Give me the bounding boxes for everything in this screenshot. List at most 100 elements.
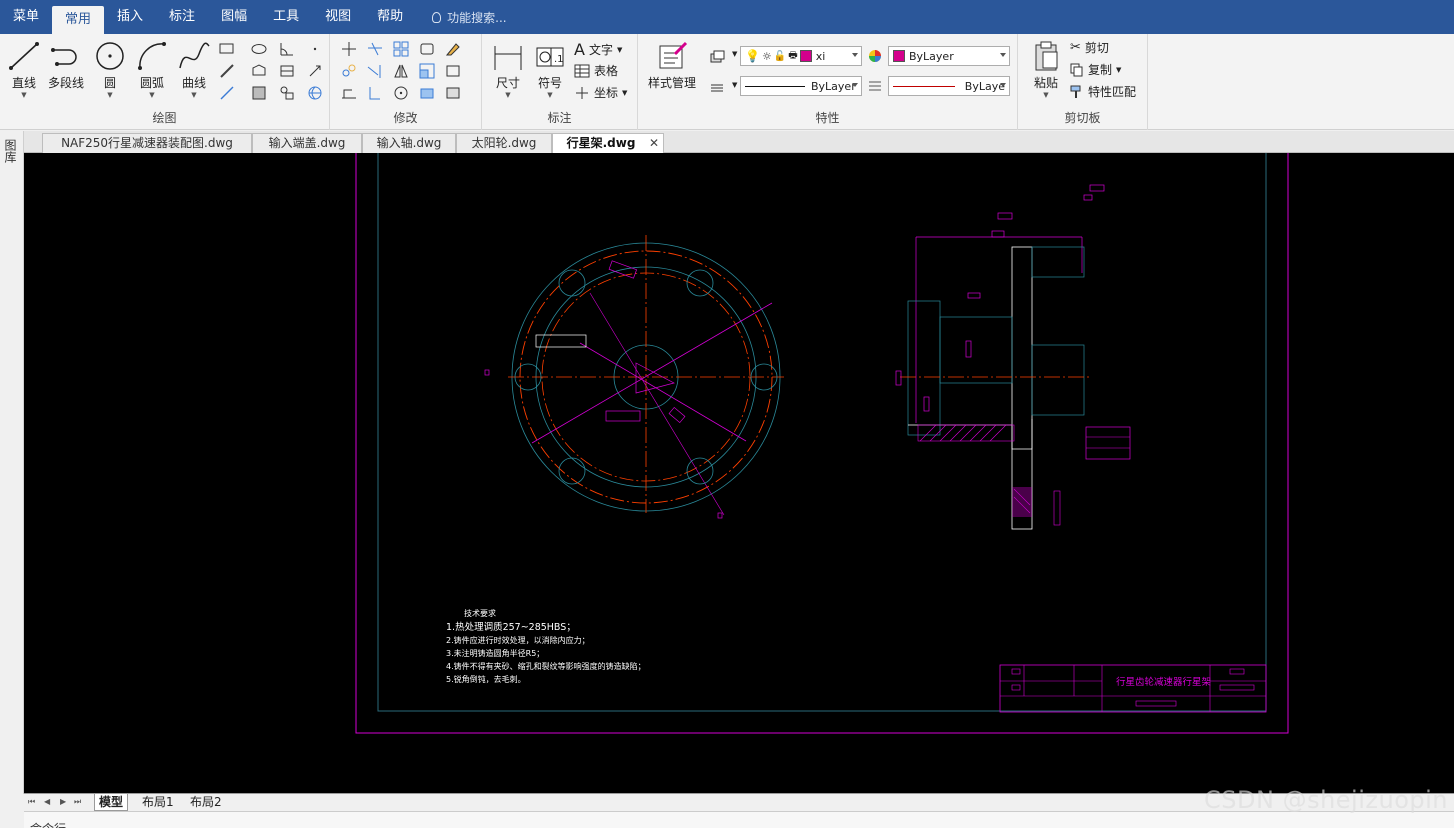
file-tab-assembly[interactable]: NAF250行星减速器装配图.dwg — [42, 133, 252, 153]
erase-icon[interactable] — [444, 40, 462, 58]
hatch-icon[interactable] — [250, 84, 268, 102]
line-button[interactable]: 直线 ▼ — [2, 38, 46, 99]
lineweight-icon[interactable] — [866, 77, 884, 95]
linetype-preview — [745, 85, 805, 87]
layer-list-dropdown-icon[interactable]: ▼ — [732, 81, 737, 89]
circle-button[interactable]: 圆 ▼ — [88, 38, 132, 99]
ellipse-icon[interactable] — [250, 40, 268, 58]
linetype-combo[interactable]: ByLayer — [740, 76, 862, 96]
menu-insert[interactable]: 插入 — [104, 0, 156, 34]
text-button[interactable]: A 文字 ▼ — [574, 40, 622, 59]
rotate-icon[interactable] — [392, 84, 410, 102]
close-tab-icon[interactable]: ✕ — [649, 134, 659, 153]
svg-text:.1: .1 — [554, 54, 564, 65]
stretch-icon[interactable] — [340, 84, 358, 102]
title-block: 行星齿轮减速器行星架 — [999, 664, 1267, 713]
layer-list-icon[interactable] — [708, 79, 726, 97]
annotate-group-label: 标注 — [547, 111, 572, 125]
menu-help[interactable]: 帮助 — [364, 0, 416, 34]
menu-home[interactable]: 常用 — [52, 6, 105, 34]
paste-button[interactable]: 粘贴 ▼ — [1024, 38, 1068, 99]
mirror-icon[interactable] — [392, 62, 410, 80]
prev-layout-icon[interactable]: ◀ — [44, 797, 50, 806]
copy-button[interactable]: 复制 ▼ — [1070, 61, 1121, 78]
cursor-icon[interactable] — [306, 62, 324, 80]
rectangle-icon[interactable] — [218, 40, 236, 58]
lineweight-combo-arrow-icon — [1000, 83, 1006, 87]
feature-search[interactable]: 功能搜索... — [432, 9, 507, 26]
style-manager-button[interactable]: 样式管理 — [644, 38, 700, 98]
table-button[interactable]: 表格 — [574, 62, 618, 79]
file-tab-sun-gear[interactable]: 太阳轮.dwg — [456, 133, 552, 153]
command-line-label: 命令行 — [30, 820, 66, 828]
lineweight-combo[interactable]: ByLaye — [888, 76, 1010, 96]
match-brush-icon — [1070, 85, 1081, 98]
symbol-button[interactable]: .1 符号 ▼ — [528, 38, 572, 99]
cut-button[interactable]: ✂ 剪切 — [1070, 39, 1109, 56]
file-tab-planet-carrier[interactable]: 行星架.dwg ✕ — [552, 133, 664, 153]
array-icon[interactable] — [392, 40, 410, 58]
arc-icon — [138, 42, 166, 70]
extend-icon[interactable] — [366, 62, 384, 80]
first-layout-icon[interactable]: ⏮ — [28, 797, 35, 807]
block-icon[interactable] — [278, 84, 296, 102]
last-layout-icon[interactable]: ⏭ — [74, 797, 81, 807]
offset-icon[interactable] — [418, 40, 436, 58]
color-wheel-icon[interactable] — [866, 47, 884, 65]
layout-tab-model[interactable]: 模型 — [94, 794, 129, 811]
menu-sheet[interactable]: 图幅 — [208, 0, 260, 34]
chamfer-icon[interactable] — [418, 84, 436, 102]
lineweight-preview — [893, 85, 955, 87]
polyline-button[interactable]: 多段线 — [44, 38, 88, 98]
menu-file[interactable]: 菜单 — [0, 0, 52, 34]
scale-icon[interactable] — [418, 62, 436, 80]
curve-button[interactable]: 曲线 ▼ — [172, 38, 216, 99]
menu-view[interactable]: 视图 — [312, 0, 364, 34]
match-properties-button[interactable]: 特性匹配 — [1070, 83, 1136, 100]
next-layout-icon[interactable]: ▶ — [60, 797, 66, 806]
fillet-icon[interactable] — [366, 84, 384, 102]
layout-tab-layout1[interactable]: 布局1 — [138, 794, 178, 811]
explode-icon[interactable] — [444, 62, 462, 80]
tech-req-title: 技术要求 — [464, 608, 496, 618]
copy-object-icon[interactable] — [340, 62, 358, 80]
dimension-button[interactable]: 尺寸 ▼ — [486, 38, 530, 99]
layer-freeze-sun-icon: ☼ — [761, 49, 772, 63]
layer-manager-dropdown-icon[interactable]: ▼ — [732, 50, 737, 58]
file-tab-input-cover[interactable]: 输入端盖.dwg — [252, 133, 362, 153]
angle-icon[interactable] — [278, 40, 296, 58]
color-combo[interactable]: ByLayer — [888, 46, 1010, 66]
tech-req-line-3: 3.未注明铸造圆角半径R5； — [446, 648, 544, 658]
layer-on-bulb-icon: 💡 — [745, 49, 760, 63]
color-swatch — [893, 50, 905, 62]
table-insert-icon[interactable] — [278, 62, 296, 80]
globe-icon[interactable] — [306, 84, 324, 102]
linetype-combo-arrow-icon — [852, 83, 858, 87]
properties-edit-icon[interactable] — [444, 84, 462, 102]
dimension-icon — [494, 46, 522, 70]
construction-line-icon[interactable] — [218, 84, 236, 102]
polyline-icon — [51, 48, 77, 66]
layer-color-swatch — [799, 50, 812, 62]
file-tab-input-shaft[interactable]: 输入轴.dwg — [362, 133, 456, 153]
region-icon[interactable] — [250, 62, 268, 80]
ribbon-group-modify: 修改 — [330, 34, 482, 130]
color-combo-arrow-icon — [1000, 53, 1006, 57]
library-side-tab[interactable]: 图库 — [0, 131, 24, 794]
layer-combo[interactable]: 💡 ☼ 🔓 🖶 xi — [740, 46, 862, 66]
point-icon[interactable] — [306, 40, 324, 58]
pencil-line-icon[interactable] — [218, 62, 236, 80]
coordinate-button[interactable]: 坐标 ▼ — [574, 84, 627, 101]
scissors-icon: ✂ — [1070, 40, 1081, 55]
arc-button[interactable]: 圆弧 ▼ — [130, 38, 174, 99]
menu-dimension[interactable]: 标注 — [156, 0, 208, 34]
drawing-canvas[interactable]: 技术要求 1.热处理调质257~285HBS； 2.铸件应进行时效处理，以消除内… — [24, 153, 1454, 793]
layer-manager-icon[interactable] — [708, 48, 726, 66]
tech-req-line-1: 1.热处理调质257~285HBS； — [446, 621, 576, 633]
move-icon[interactable] — [340, 40, 358, 58]
layout-tab-layout2[interactable]: 布局2 — [186, 794, 226, 811]
menu-bar: 菜单 常用 插入 标注 图幅 工具 视图 帮助 功能搜索... — [0, 0, 1454, 34]
menu-tools[interactable]: 工具 — [260, 0, 312, 34]
paste-icon — [1035, 41, 1058, 71]
trim-icon[interactable] — [366, 40, 384, 58]
